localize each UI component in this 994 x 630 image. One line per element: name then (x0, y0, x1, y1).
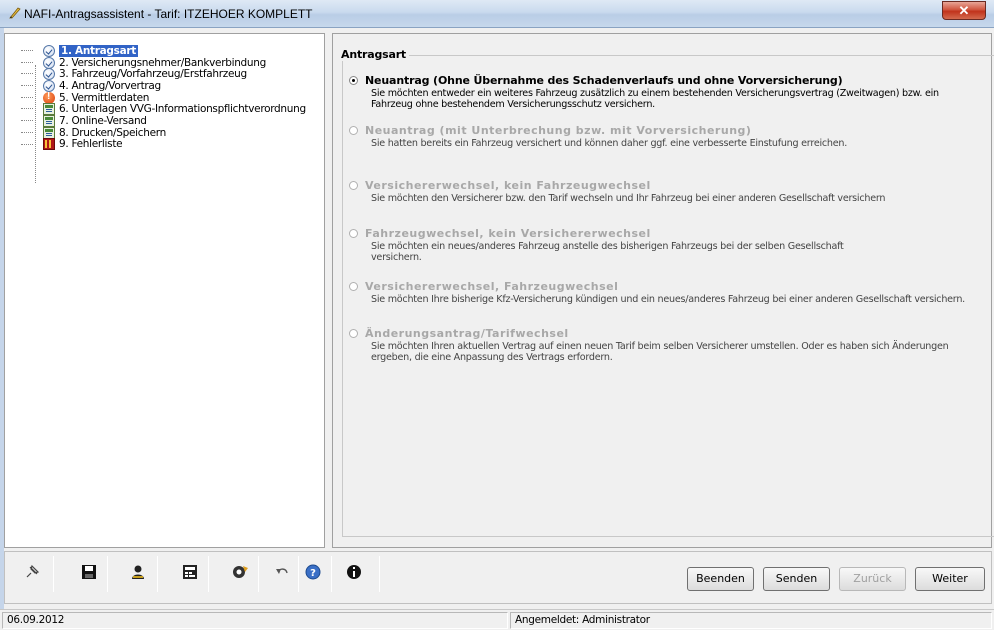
option-description: Sie möchten den Versicherer bzw. den Tar… (371, 193, 886, 204)
tree-item-label: 2. Versicherungsnehmer/Bankverbindung (59, 56, 266, 69)
user-button[interactable] (123, 557, 153, 587)
document-icon (43, 126, 55, 139)
navigation-tree-panel: 1. Antragsart 2. Versicherungsnehmer/Ban… (4, 33, 325, 548)
tree-item-label: 3. Fahrzeug/Vorfahrzeug/Erstfahrzeug (59, 68, 247, 81)
option-description: Sie möchten ein neues/anderes Fahrzeug a… (371, 241, 844, 263)
tree-branch-line (21, 85, 33, 87)
weiter-button[interactable]: Weiter (915, 567, 985, 591)
tree-branch-line (21, 61, 33, 63)
close-icon: ✕ (958, 3, 970, 18)
tree-item-label: 1. Antragsart (59, 44, 138, 57)
tree-item-fehlerliste[interactable]: 9. Fehlerliste (19, 138, 278, 151)
pen-icon (9, 7, 21, 19)
option-title: Versichererwechsel, Fahrzeugwechsel (365, 280, 619, 293)
info-icon (347, 565, 361, 579)
option-description: Sie möchten Ihre bisherige Kfz-Versicher… (371, 294, 965, 305)
check-icon (43, 68, 55, 81)
zurueck-button[interactable]: Zurück (839, 567, 906, 591)
radio-button[interactable] (349, 126, 358, 135)
radio-button[interactable] (349, 181, 358, 190)
tree-item-label: 4. Antrag/Vorvertrag (59, 79, 161, 92)
window-title: NAFI-Antragsassistent - Tarif: ITZEHOER … (24, 7, 313, 21)
navigation-tree: 1. Antragsart 2. Versicherungsnehmer/Ban… (19, 44, 306, 183)
tree-branch-line (21, 131, 33, 133)
tree-branch-line (21, 143, 33, 145)
option-title: Neuantrag (Ohne Übernahme des Schadenver… (365, 74, 843, 87)
status-date: 06.09.2012 (2, 612, 508, 629)
warning-icon (43, 91, 55, 104)
close-button[interactable]: ✕ (942, 1, 986, 20)
undo-icon (276, 568, 288, 574)
status-user: Angemeldet: Administrator (510, 612, 992, 629)
antragsart-panel: Antragsart Neuantrag (Ohne Übernahme des… (332, 33, 994, 548)
toolbar-separator (157, 556, 158, 592)
toolbar-separator (331, 556, 332, 592)
check-icon (43, 44, 55, 57)
tree-item-online-versand[interactable]: 7. Online-Versand (19, 114, 278, 127)
save-icon (82, 565, 96, 579)
tree-branch-line (21, 96, 33, 98)
help-button[interactable]: ? (298, 557, 328, 587)
option-title: Änderungsantrag/Tarifwechsel (365, 327, 569, 340)
beenden-button[interactable]: Beenden (687, 567, 754, 591)
senden-button[interactable]: Senden (763, 567, 830, 591)
toolbar-separator (53, 556, 54, 592)
user-icon (132, 565, 144, 579)
calculator-button[interactable] (175, 557, 205, 587)
tree-item-antrag-vorvertrag[interactable]: 4. Antrag/Vorvertrag (19, 79, 278, 92)
option-description: Sie möchten entweder ein weiteres Fahrze… (371, 88, 939, 110)
status-bar: 06.09.2012 Angemeldet: Administrator (0, 609, 994, 630)
tree-item-versicherungsnehmer[interactable]: 2. Versicherungsnehmer/Bankverbindung (19, 56, 278, 69)
tree-item-fahrzeug[interactable]: 3. Fahrzeug/Vorfahrzeug/Erstfahrzeug (19, 68, 278, 81)
option-description: Sie hatten bereits ein Fahrzeug versiche… (371, 138, 848, 149)
tree-item-label: 5. Vermittlerdaten (59, 91, 150, 104)
tree-branch-line (21, 50, 33, 51)
help-icon: ? (305, 564, 321, 580)
option-title: Neuantrag (mit Unterbrechung bzw. mit Vo… (365, 124, 752, 137)
tree-item-label: 6. Unterlagen VVG-Informationspflichtver… (59, 103, 306, 116)
tools-button[interactable] (225, 557, 255, 587)
tree-branch-line (21, 120, 33, 122)
pin-button[interactable] (17, 557, 47, 587)
radio-button[interactable] (349, 76, 358, 85)
info-button[interactable] (339, 557, 369, 587)
calculator-icon (183, 565, 197, 579)
save-button[interactable] (74, 557, 104, 587)
option-title: Fahrzeugwechsel, kein Versichererwechsel (365, 227, 651, 240)
option-description: Sie möchten Ihren aktuellen Vertrag auf … (371, 341, 949, 363)
radio-button[interactable] (349, 282, 358, 291)
document-icon (43, 103, 55, 116)
tree-item-unterlagen-vvg[interactable]: 6. Unterlagen VVG-Informationspflichtver… (19, 103, 306, 116)
pin-icon (26, 564, 40, 578)
group-title: Antragsart (341, 48, 409, 61)
toolbar-separator (107, 556, 108, 592)
toolbar-separator (208, 556, 209, 592)
tree-item-label: 9. Fehlerliste (59, 138, 123, 151)
radio-button[interactable] (349, 329, 358, 338)
svg-text:?: ? (310, 568, 316, 579)
bottom-toolbar: ? Beenden Senden Zurück Weiter (4, 551, 992, 604)
toolbar-separator (379, 556, 380, 592)
toolbar-separator (258, 556, 259, 592)
option-title: Versichererwechsel, kein Fahrzeugwechsel (365, 179, 651, 192)
tree-item-vermittlerdaten[interactable]: 5. Vermittlerdaten (19, 91, 278, 104)
tools-icon (233, 566, 248, 578)
radio-button[interactable] (349, 229, 358, 238)
undo-button[interactable] (267, 557, 297, 587)
tree-item-label: 8. Drucken/Speichern (59, 126, 166, 139)
tree-item-drucken-speichern[interactable]: 8. Drucken/Speichern (19, 126, 278, 139)
title-bar: NAFI-Antragsassistent - Tarif: ITZEHOER … (0, 0, 994, 28)
tree-branch-line (21, 73, 33, 75)
document-icon (43, 114, 55, 127)
tree-item-label: 7. Online-Versand (59, 114, 147, 127)
tree-branch-line (21, 108, 33, 110)
tree-item-antragsart[interactable]: 1. Antragsart (19, 44, 278, 57)
error-list-icon (43, 138, 55, 151)
check-icon (43, 56, 55, 69)
